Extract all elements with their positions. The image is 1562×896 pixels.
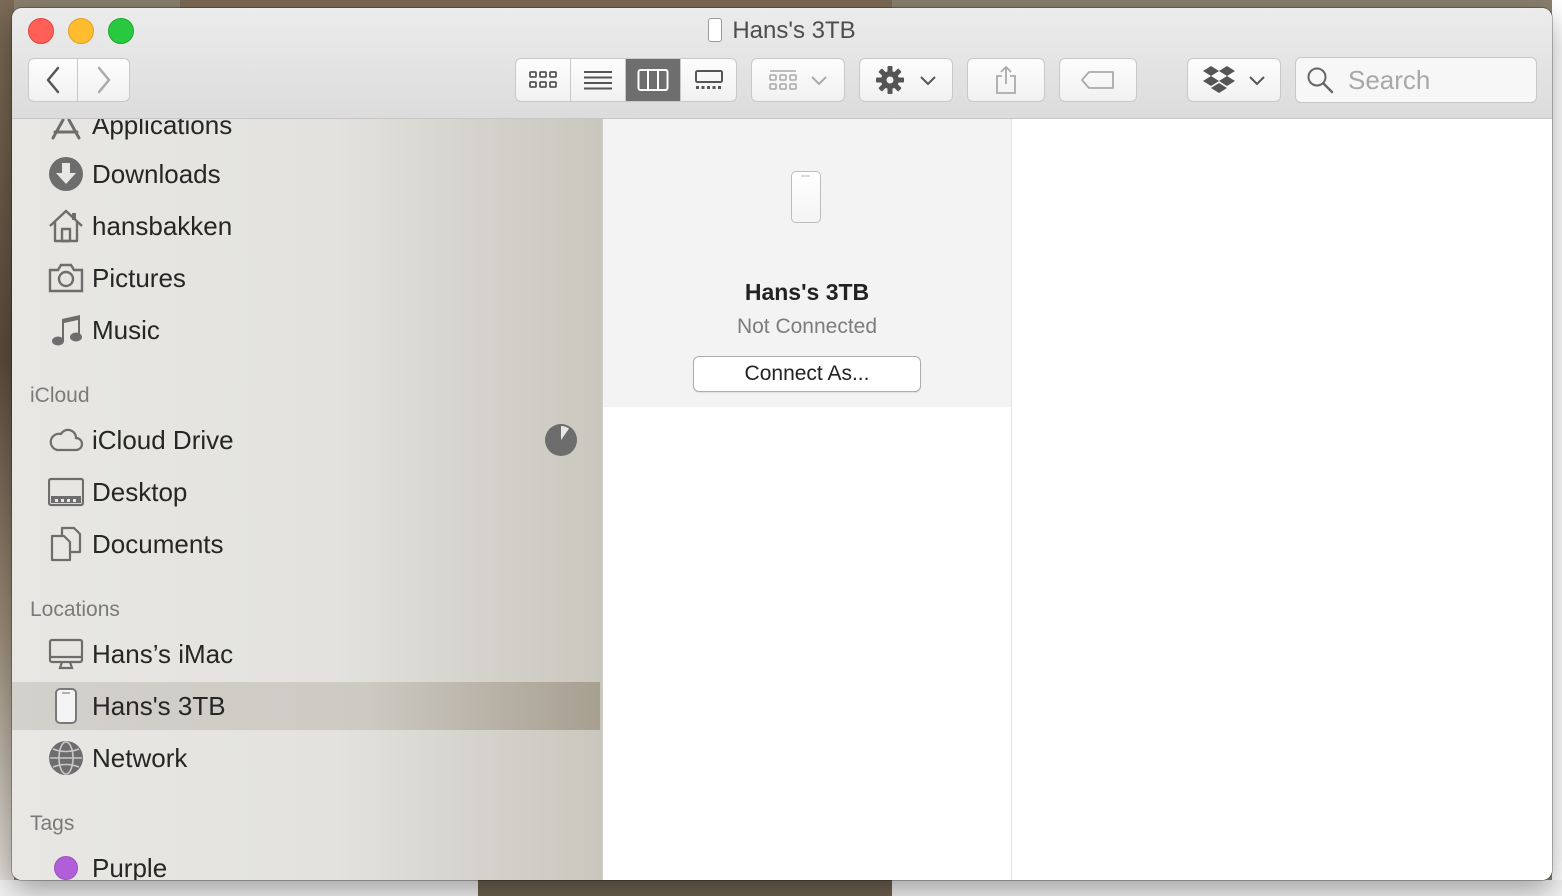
cloud-icon	[48, 422, 84, 458]
documents-icon	[48, 526, 84, 562]
sidebar-item-applications[interactable]: Applications	[12, 119, 600, 149]
search-placeholder: Search	[1348, 64, 1431, 95]
sidebar-item-downloads[interactable]: Downloads	[12, 150, 600, 198]
purple-tag-dot-icon	[48, 850, 84, 880]
list-view-button[interactable]	[571, 59, 626, 101]
server-name: Hans's 3TB	[744, 279, 870, 305]
sidebar-item-icloud-drive[interactable]: iCloud Drive	[12, 416, 600, 464]
sidebar-item-tag-purple[interactable]: Purple	[12, 844, 600, 880]
finder-window: Hans's 3TB Search Applications Downloads…	[12, 8, 1552, 880]
applications-icon	[48, 119, 84, 143]
chevron-right-icon	[97, 66, 110, 94]
tags-button[interactable]	[1059, 58, 1137, 102]
gallery-view-button[interactable]	[681, 59, 736, 101]
connection-status: Not Connected	[736, 315, 878, 338]
forward-button[interactable]	[78, 58, 130, 102]
downloads-icon	[48, 156, 84, 192]
airport-disk-icon	[708, 18, 723, 42]
sidebar-item-pictures[interactable]: Pictures	[12, 254, 600, 302]
sidebar-item-label: Pictures	[92, 262, 186, 293]
sidebar-item-label: Network	[92, 742, 188, 773]
sidebar-item-label: Music	[92, 314, 160, 345]
icon-view-button[interactable]	[516, 59, 571, 101]
columns-icon	[637, 69, 669, 91]
sidebar-item-label: Hans's 3TB	[92, 690, 226, 721]
share-icon	[996, 65, 1016, 94]
gear-icon	[876, 66, 904, 94]
sidebar-item-music[interactable]: Music	[12, 306, 600, 354]
dropbox-icon	[1203, 66, 1235, 93]
column-view-button[interactable]	[626, 59, 681, 101]
sidebar-item-network[interactable]: Network	[12, 734, 600, 782]
sidebar-item-label: Applications	[92, 119, 233, 140]
section-header-locations: Locations	[30, 598, 120, 621]
sidebar-item-label: Hans’s iMac	[92, 638, 234, 669]
imac-icon	[48, 636, 84, 672]
section-header-tags: Tags	[30, 812, 75, 835]
list-icon	[584, 71, 612, 90]
background-window-edge	[1552, 0, 1562, 896]
chevron-down-icon	[811, 76, 827, 86]
chevron-down-icon	[1249, 76, 1265, 86]
titlebar: Hans's 3TB Search	[12, 8, 1552, 119]
network-globe-icon	[48, 740, 84, 776]
camera-icon	[48, 260, 84, 296]
dropbox-button[interactable]	[1187, 58, 1281, 102]
tag-icon	[1081, 71, 1114, 89]
group-icon	[769, 70, 797, 90]
search-icon	[1307, 67, 1334, 94]
window-title-text: Hans's 3TB	[732, 17, 856, 44]
sidebar-item-desktop[interactable]: Desktop	[12, 468, 600, 516]
connect-as-button[interactable]: Connect As...	[693, 356, 921, 392]
sidebar-item-label: hansbakken	[92, 210, 233, 241]
sidebar-item-imac[interactable]: Hans’s iMac	[12, 630, 600, 678]
sidebar-item-hans-3tb[interactable]: Hans's 3TB	[12, 682, 600, 730]
view-mode-segmented-control	[515, 58, 737, 102]
sidebar-item-label: Downloads	[92, 158, 221, 189]
sidebar-item-label: iCloud Drive	[92, 424, 234, 455]
window-title: Hans's 3TB	[12, 16, 1552, 46]
server-preview-panel: Hans's 3TB Not Connected Connect As...	[603, 119, 1011, 407]
back-button[interactable]	[28, 58, 78, 102]
airport-disk-icon	[791, 171, 821, 223]
action-menu-button[interactable]	[859, 58, 953, 102]
gallery-icon	[694, 70, 723, 89]
home-icon	[48, 208, 84, 244]
empty-column-pane	[1012, 119, 1552, 880]
desktop-background	[0, 880, 1562, 896]
chevron-left-icon	[46, 66, 60, 94]
airport-disk-icon	[48, 688, 84, 724]
search-field[interactable]: Search	[1295, 57, 1537, 103]
group-by-button[interactable]	[751, 58, 845, 102]
chevron-down-icon	[920, 76, 936, 86]
sync-progress-icon	[544, 423, 578, 457]
share-button[interactable]	[967, 58, 1045, 102]
sidebar-item-home[interactable]: hansbakken	[12, 202, 600, 250]
sidebar-item-documents[interactable]: Documents	[12, 520, 600, 568]
grid-icon	[529, 71, 557, 88]
section-header-icloud: iCloud	[30, 384, 90, 407]
desktop-folder-icon	[48, 474, 84, 510]
sidebar-item-label: Documents	[92, 528, 224, 559]
music-note-icon	[48, 312, 84, 348]
sidebar: Applications Downloads hansbakken Pictur…	[12, 119, 603, 880]
sidebar-item-label: Desktop	[92, 476, 188, 507]
sidebar-item-label: Purple	[92, 852, 168, 881]
column-pane: Hans's 3TB Not Connected Connect As...	[603, 119, 1012, 880]
